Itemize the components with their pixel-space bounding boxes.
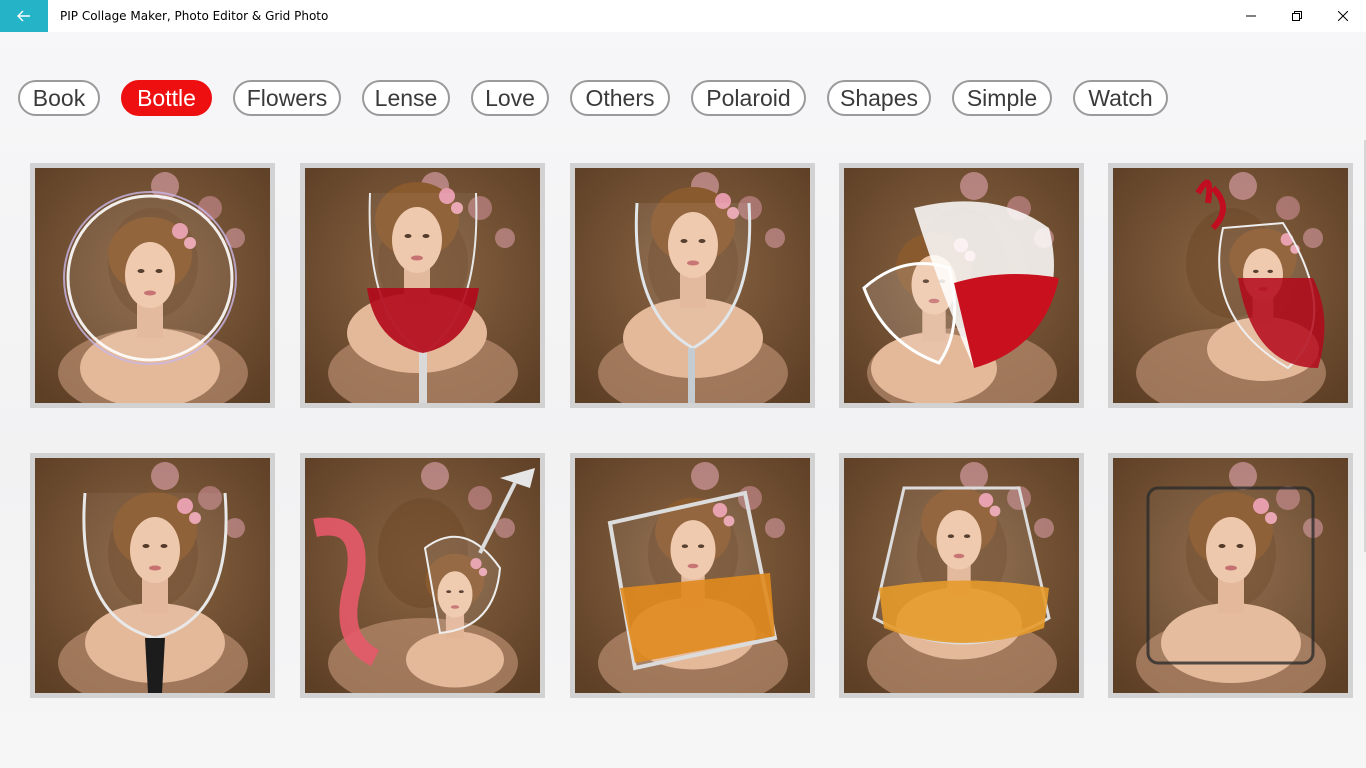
app-title: PIP Collage Maker, Photo Editor & Grid P…: [60, 9, 329, 23]
frame-thumbnail-8[interactable]: [570, 453, 815, 698]
restore-button[interactable]: [1274, 0, 1320, 32]
whiskey-glass-frame-image: [844, 458, 1079, 693]
category-chip-watch[interactable]: Watch: [1073, 80, 1168, 116]
back-button[interactable]: [0, 0, 48, 32]
wine-splash-glass-frame-image: [1113, 168, 1348, 403]
frame-thumbnail-7[interactable]: [300, 453, 545, 698]
minimize-icon: [1246, 15, 1256, 17]
frame-thumbnail-1[interactable]: [30, 163, 275, 408]
frame-thumbnail-9[interactable]: [839, 453, 1084, 698]
bubble-frame-image: [35, 168, 270, 403]
tilted-wine-splash-frame-image: [305, 458, 540, 693]
wide-wine-glass-frame-image: [35, 458, 270, 693]
minimize-button[interactable]: [1228, 0, 1274, 32]
category-bar: Book Bottle Flowers Lense Love Others Po…: [18, 80, 1168, 116]
category-chip-polaroid[interactable]: Polaroid: [691, 80, 806, 116]
frame-thumbnail-5[interactable]: [1108, 163, 1353, 408]
frame-thumbnail-4[interactable]: [839, 163, 1084, 408]
frame-thumbnail-10[interactable]: [1108, 453, 1353, 698]
heart-glass-frame-image: [844, 168, 1079, 403]
square-glass-frame-image: [1113, 458, 1348, 693]
category-chip-simple[interactable]: Simple: [952, 80, 1052, 116]
arrow-left-icon: [17, 10, 30, 22]
category-chip-others[interactable]: Others: [570, 80, 670, 116]
category-chip-book[interactable]: Book: [18, 80, 100, 116]
category-chip-lense[interactable]: Lense: [362, 80, 450, 116]
frame-thumbnail-3[interactable]: [570, 163, 815, 408]
restore-icon: [1292, 11, 1302, 21]
category-chip-shapes[interactable]: Shapes: [827, 80, 931, 116]
close-icon: [1338, 11, 1348, 21]
frame-thumbnail-6[interactable]: [30, 453, 275, 698]
frame-thumbnail-2[interactable]: [300, 163, 545, 408]
title-bar: PIP Collage Maker, Photo Editor & Grid P…: [0, 0, 1366, 32]
tilted-whiskey-glass-frame-image: [575, 458, 810, 693]
category-chip-love[interactable]: Love: [471, 80, 549, 116]
empty-wine-glass-frame-image: [575, 168, 810, 403]
red-wine-glass-frame-image: [305, 168, 540, 403]
category-chip-flowers[interactable]: Flowers: [233, 80, 341, 116]
close-button[interactable]: [1320, 0, 1366, 32]
window-controls: [1228, 0, 1366, 32]
category-chip-bottle[interactable]: Bottle: [121, 80, 212, 116]
